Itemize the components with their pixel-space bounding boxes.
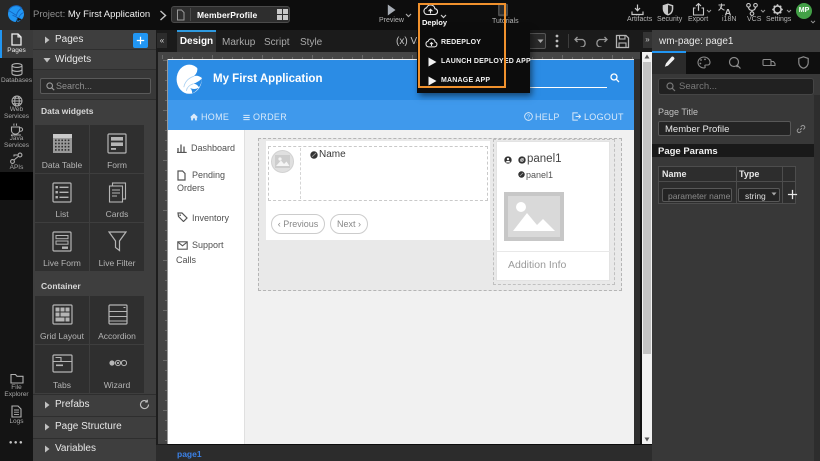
svg-text:A: A [725, 8, 732, 17]
